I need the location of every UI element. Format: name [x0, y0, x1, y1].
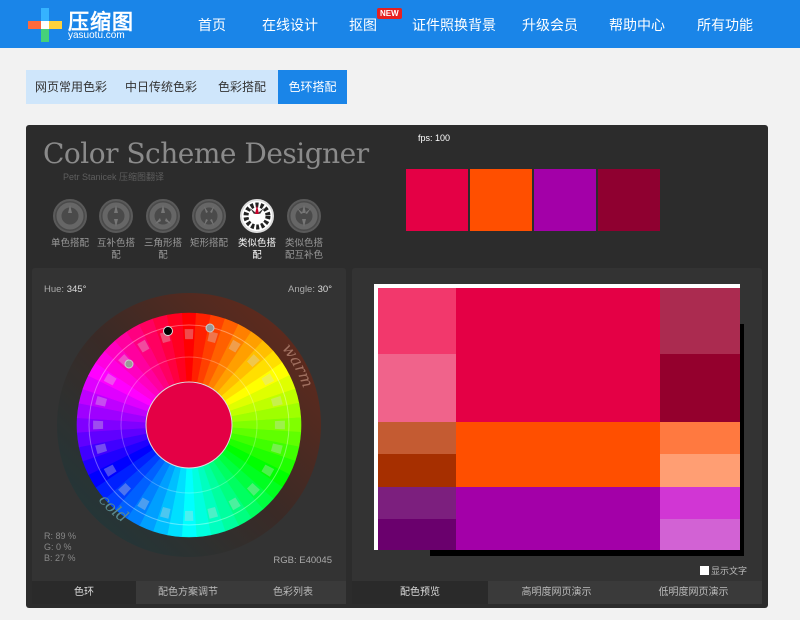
logo-cross-icon	[28, 8, 62, 42]
preview-secondary-a-light-2[interactable]	[660, 454, 740, 487]
preview-secondary-b-main[interactable]	[456, 487, 660, 550]
mode-complementary-label: 互补色搭配	[96, 238, 135, 261]
preview-secondary-b-light-2[interactable]	[660, 519, 740, 550]
swatch-primary[interactable]	[406, 169, 468, 231]
preview-secondary-a-main[interactable]	[456, 422, 660, 487]
preview-secondary-a-light-1[interactable]	[660, 422, 740, 454]
mode-analogic-label: 类似色搭配	[237, 238, 276, 261]
nav-all-features[interactable]: 所有功能	[697, 15, 753, 35]
preview-primary-light-2[interactable]	[378, 354, 456, 422]
mode-tetrad-label: 矩形搭配	[189, 238, 228, 249]
preview-primary-dark-2[interactable]	[660, 354, 740, 422]
mode-accented-analogic-icon	[287, 199, 321, 233]
mode-mono-label: 单色搭配	[50, 238, 89, 249]
secondary-hue-handle-right[interactable]	[205, 323, 215, 333]
preview-secondary-b-shade-2[interactable]	[378, 519, 456, 550]
mode-complementary[interactable]: 互补色搭配	[96, 199, 136, 262]
color-preview-panel: 显示文字 配色预览 高明度网页演示 低明度网页演示	[352, 268, 762, 604]
mode-accented-analogic[interactable]: 类似色搭配互补色	[284, 199, 324, 262]
mode-analogic[interactable]: 类似色搭配	[237, 199, 277, 262]
tab-color-matching[interactable]: 色彩搭配	[206, 70, 278, 104]
mode-mono-icon	[53, 199, 87, 233]
mode-triad[interactable]: 三角形搭配	[143, 199, 183, 262]
preview-secondary-b-shade-1[interactable]	[378, 487, 456, 519]
tab-color-wheel[interactable]: 色环搭配	[278, 70, 347, 104]
tab-color-list[interactable]: 色彩列表	[240, 581, 346, 604]
rgb-hex-readout: RGB: E40045	[273, 555, 332, 566]
tab-traditional-colors[interactable]: 中日传统色彩	[116, 70, 206, 104]
mode-complementary-icon	[99, 199, 133, 233]
hue-wedge-accent	[93, 420, 104, 430]
tab-web-colors[interactable]: 网页常用色彩	[26, 70, 116, 104]
hue-wedge-accent	[184, 329, 194, 340]
mode-triad-icon	[146, 199, 180, 233]
nav-help[interactable]: 帮助中心	[609, 15, 665, 35]
color-scheme-designer: Color Scheme Designer Petr Stanicek 压缩图翻…	[26, 125, 768, 608]
color-wheel[interactable]: warm cold	[46, 282, 332, 568]
designer-author: Petr Stanicek 压缩图翻译	[63, 172, 165, 182]
swatch-complement[interactable]	[598, 169, 660, 231]
mode-analogic-icon	[240, 199, 274, 233]
brand-domain: yasuotu.com	[68, 30, 125, 41]
swatch-secondary-a[interactable]	[470, 169, 532, 231]
rgb-hex-value: E40045	[299, 555, 332, 566]
designer-title: Color Scheme Designer	[43, 137, 369, 170]
scheme-preview	[374, 284, 740, 550]
preview-secondary-b-light-1[interactable]	[660, 487, 740, 519]
wheel-center-swatch	[145, 381, 233, 469]
nav-vip[interactable]: 升级会员	[522, 15, 578, 35]
tab-scheme-adjust[interactable]: 配色方案调节	[136, 581, 240, 604]
fps-counter: fps: 100	[418, 133, 451, 143]
top-navigation-bar: 压缩图 yasuotu.com 首页 在线设计 抠图 NEW 证件照换背景 升级…	[0, 0, 800, 48]
tab-wheel[interactable]: 色环	[32, 581, 136, 604]
new-badge: NEW	[377, 8, 402, 19]
tab-light-page-demo[interactable]: 高明度网页演示	[488, 581, 625, 604]
preview-primary-light-1[interactable]	[378, 288, 456, 354]
nav-cutout[interactable]: 抠图	[349, 15, 377, 35]
nav-id-photo[interactable]: 证件照换背景	[412, 15, 496, 35]
site-logo[interactable]: 压缩图 yasuotu.com	[28, 6, 178, 44]
preview-secondary-a-shade-2[interactable]	[378, 454, 456, 487]
show-text-checkbox[interactable]	[700, 566, 709, 575]
show-text-toggle[interactable]: 显示文字	[700, 564, 747, 577]
rgb-percent-readout: R: 89 % G: 0 % B: 27 %	[44, 531, 77, 563]
mode-tetrad[interactable]: 矩形搭配	[189, 199, 229, 250]
hue-wedge-accent	[184, 510, 194, 521]
tab-scheme-preview[interactable]: 配色预览	[352, 581, 488, 604]
mode-mono[interactable]: 单色搭配	[50, 199, 90, 250]
primary-hue-handle[interactable]	[163, 326, 173, 336]
color-wheel-panel: Hue: 345° Angle: 30° warm cold R: 89 % G…	[32, 268, 346, 604]
tab-dark-page-demo[interactable]: 低明度网页演示	[625, 581, 762, 604]
preview-secondary-a-shade-1[interactable]	[378, 422, 456, 454]
nav-home[interactable]: 首页	[198, 15, 226, 35]
preview-primary-main[interactable]	[456, 288, 660, 422]
hue-wedge-accent	[274, 420, 285, 430]
secondary-hue-handle-left[interactable]	[124, 359, 134, 369]
show-text-label: 显示文字	[711, 566, 748, 576]
swatch-secondary-b[interactable]	[534, 169, 596, 231]
preview-primary-dark-1[interactable]	[660, 288, 740, 354]
mode-tetrad-icon	[192, 199, 226, 233]
mode-triad-label: 三角形搭配	[143, 238, 182, 261]
nav-online-design[interactable]: 在线设计	[262, 15, 318, 35]
mode-accented-analogic-label: 类似色搭配互补色	[284, 238, 323, 261]
